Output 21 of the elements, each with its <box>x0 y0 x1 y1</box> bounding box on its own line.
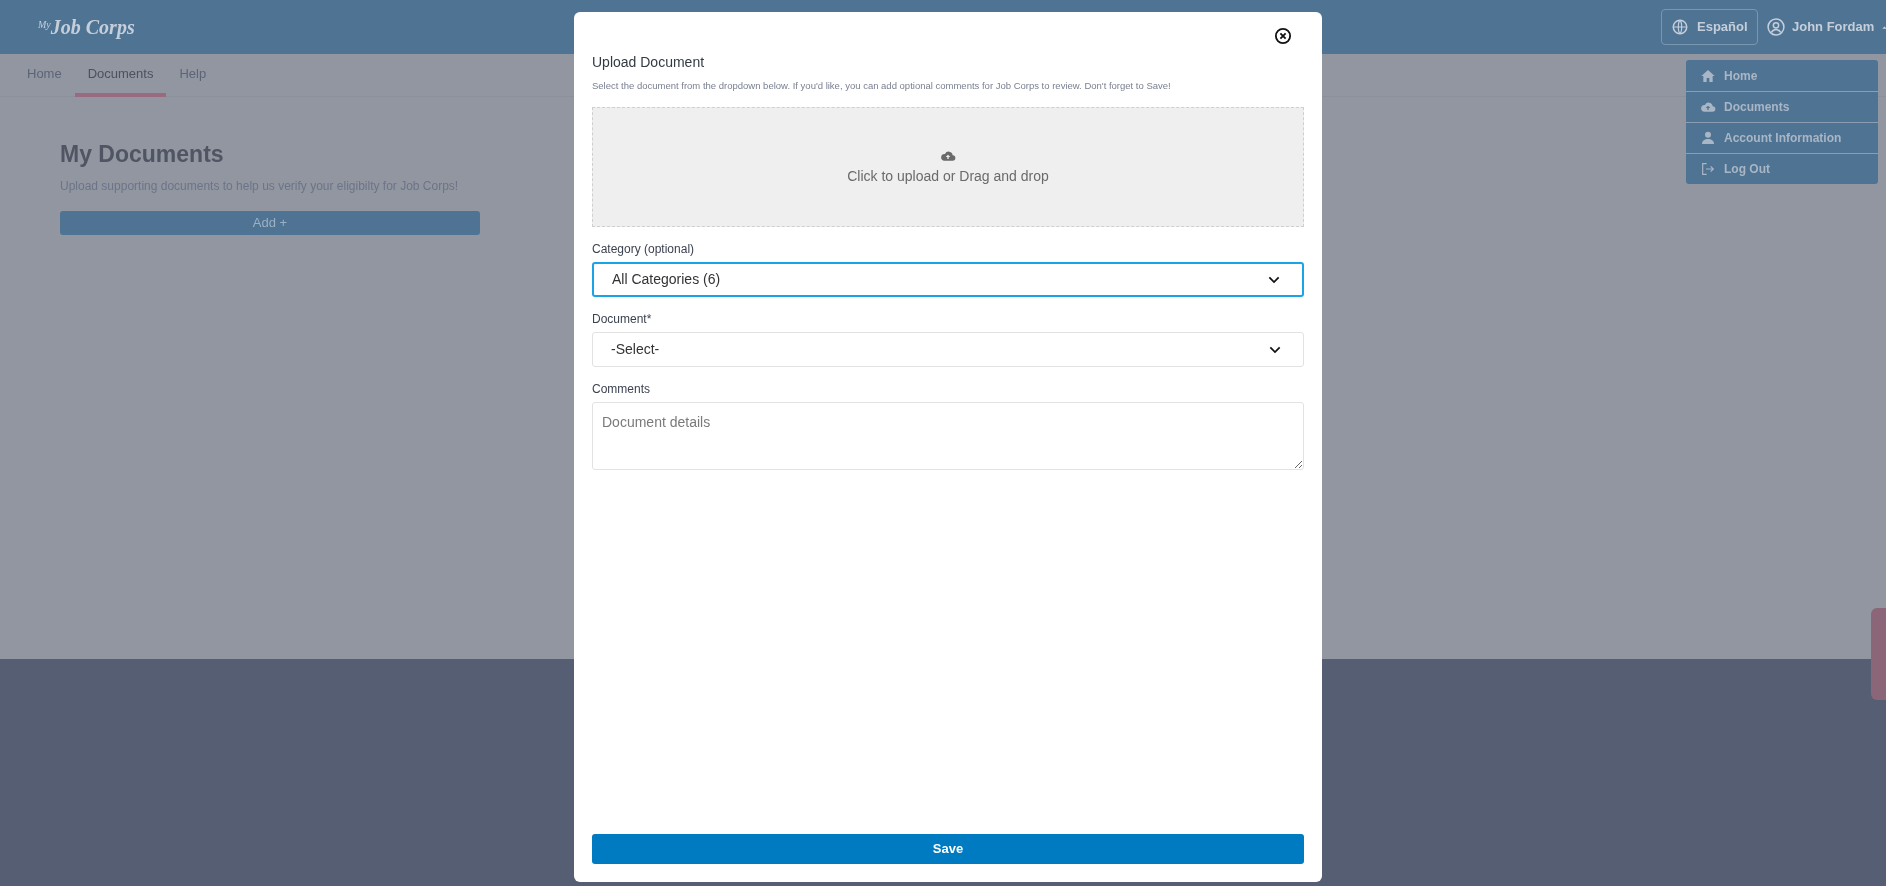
dialog-description: Select the document from the dropdown below. If you'd like, you can add optional comments for Job Corps to review. Don't forget to Save! <box>592 79 1172 93</box>
menu-item[interactable]: Documents <box>1686 91 1878 122</box>
select-field[interactable]: -Select- <box>592 332 1304 368</box>
menu-item[interactable]: Home <box>1686 60 1878 91</box>
logo-text: Job Corps <box>50 15 135 41</box>
save-button[interactable]: Save <box>592 834 1304 864</box>
page-title: My Documents <box>60 140 225 169</box>
field-label: Category (optional) <box>592 241 696 259</box>
select-field[interactable]: All Categories (6) <box>592 262 1304 298</box>
dialog-title: Upload Document <box>592 53 706 72</box>
menu-item[interactable]: Account Information <box>1686 122 1878 153</box>
field-label: Comments <box>592 381 651 399</box>
menu-item[interactable]: Log Out <box>1686 153 1878 184</box>
field-label: Document* <box>592 311 653 329</box>
logo-prefix: My <box>38 18 51 32</box>
upload-dropzone[interactable]: Click to upload or Drag and drop <box>592 107 1304 228</box>
comments-field[interactable]: Document details <box>592 402 1304 471</box>
user-menu-button[interactable]: John Fordam <box>1766 14 1886 40</box>
dropzone-text: Click to upload or Drag and drop <box>847 166 1049 186</box>
language-button[interactable]: Español <box>1661 9 1758 45</box>
add-button[interactable]: Add + <box>60 210 480 235</box>
